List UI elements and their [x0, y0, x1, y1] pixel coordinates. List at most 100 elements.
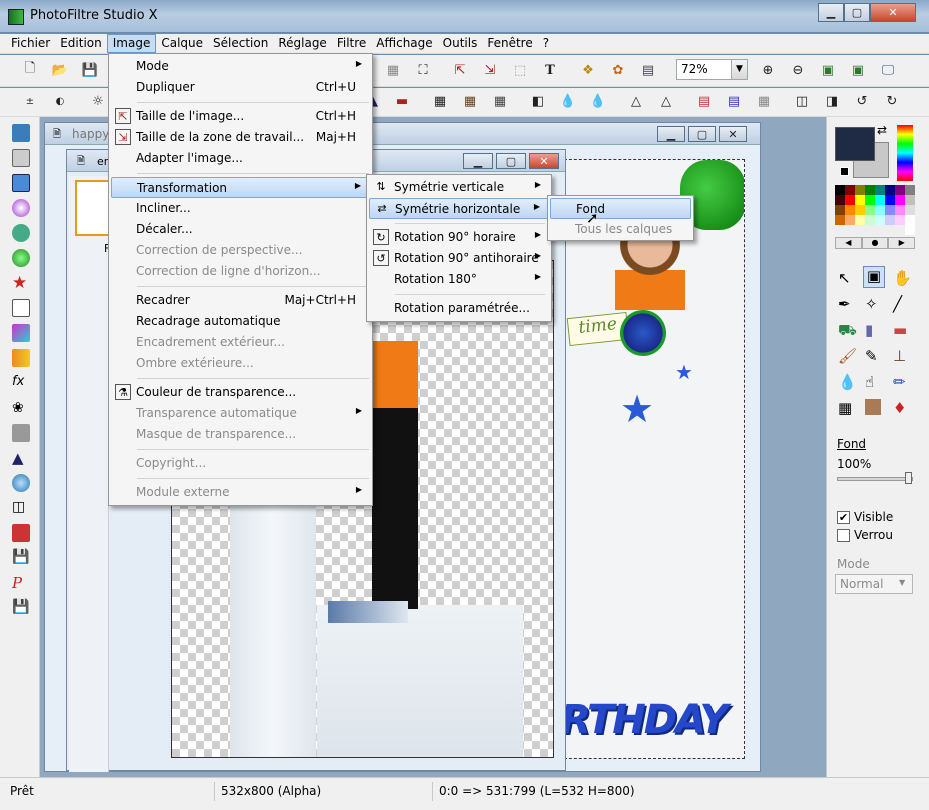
- close-button[interactable]: ✕: [870, 3, 916, 22]
- menu-selection[interactable]: Sélection: [208, 34, 273, 53]
- fit-window-icon[interactable]: ▣: [848, 60, 868, 80]
- doc-minimize-button[interactable]: ▁: [657, 126, 685, 142]
- browser-icon[interactable]: ▤: [638, 60, 658, 80]
- menu-item-symetrie-horizontale[interactable]: ⇄ Symétrie horizontale ▶: [369, 198, 549, 219]
- auto-levels-icon[interactable]: ±: [20, 91, 40, 111]
- fullscreen-icon[interactable]: 🖵: [878, 60, 898, 80]
- open-folder-icon[interactable]: 📂: [50, 60, 70, 80]
- menu-item-taille-image[interactable]: ⇱ Taille de l'image... Ctrl+H: [111, 106, 370, 127]
- doc-maximize-button[interactable]: ▢: [688, 126, 716, 142]
- rotate-left-icon[interactable]: ↺: [852, 91, 872, 111]
- menu-reglage[interactable]: Réglage: [273, 34, 332, 53]
- visible-checkbox[interactable]: ✔: [837, 511, 850, 524]
- crop-icon[interactable]: ⬚: [510, 60, 530, 80]
- grid-icon[interactable]: ▦: [383, 60, 403, 80]
- opacity-slider-thumb[interactable]: [905, 472, 912, 484]
- menu-item-copyright[interactable]: Copyright...: [111, 453, 370, 474]
- mirror-icon[interactable]: ◨: [822, 91, 842, 111]
- lock-checkbox[interactable]: [837, 529, 850, 542]
- swap-colors-icon[interactable]: ⇄: [877, 123, 887, 137]
- birthday-image[interactable]: time ★ ★ RTHDAY: [559, 159, 745, 759]
- halftone-icon[interactable]: ◧: [528, 91, 548, 111]
- html-export-icon[interactable]: 💾: [12, 599, 30, 617]
- chevron-down-icon[interactable]: ▼: [731, 60, 747, 79]
- fit-icon[interactable]: ⛶: [413, 60, 433, 80]
- ball-icon[interactable]: [12, 474, 30, 492]
- doc-front-close-button[interactable]: ✕: [529, 153, 559, 169]
- strawberry-tool-icon[interactable]: ♦: [893, 399, 906, 417]
- advanced-brush-tool-icon[interactable]: ✎: [865, 347, 878, 365]
- menu-item-correction-perspective[interactable]: Correction de perspective...: [111, 240, 370, 261]
- menu-item-transparence-auto[interactable]: Transparence automatique ▶: [111, 403, 370, 424]
- brush-tool-icon[interactable]: 🖌: [838, 347, 857, 365]
- book-icon[interactable]: ◫: [12, 499, 30, 517]
- opacity-slider[interactable]: [837, 477, 913, 481]
- save-icon[interactable]: 💾: [80, 60, 100, 80]
- document-list-icon[interactable]: [12, 149, 30, 167]
- mosaic-3-icon[interactable]: ▦: [490, 91, 510, 111]
- function-icon[interactable]: fx: [12, 374, 30, 392]
- menu-item-encadrement[interactable]: Encadrement extérieur...: [111, 332, 370, 353]
- selection-tool-icon[interactable]: ▣: [863, 266, 885, 288]
- fill-tool-icon[interactable]: ⛟: [838, 321, 857, 341]
- drop-icon[interactable]: 💧: [558, 91, 578, 111]
- mosaic-2-icon[interactable]: ▦: [460, 91, 480, 111]
- menu-item-fond[interactable]: Fond: [550, 198, 691, 219]
- texture-icon[interactable]: [12, 424, 30, 442]
- canvas-size-tool-icon[interactable]: ⇲: [480, 60, 500, 80]
- menu-item-couleur-transparence[interactable]: ⚗ Couleur de transparence...: [111, 382, 370, 403]
- menu-item-symetrie-verticale[interactable]: ⇅ Symétrie verticale ▶: [369, 177, 549, 198]
- blur-tool-icon[interactable]: 💧: [838, 373, 857, 391]
- hue-icon[interactable]: ▤: [724, 91, 744, 111]
- maximize-button[interactable]: ▢: [844, 3, 870, 22]
- doc-front-maximize-button[interactable]: ▢: [496, 153, 526, 169]
- calculator-icon[interactable]: [12, 124, 30, 142]
- color-palette[interactable]: [835, 185, 915, 235]
- foreground-color-swatch-top[interactable]: [835, 127, 875, 161]
- deform-tool-icon[interactable]: ✏: [893, 373, 906, 391]
- menu-fenetre[interactable]: Fenêtre: [482, 34, 537, 53]
- eyedropper-tool-icon[interactable]: ✒: [838, 295, 851, 313]
- new-file-icon[interactable]: 🗋: [20, 60, 40, 80]
- menu-item-decaler[interactable]: Décaler...: [111, 219, 370, 240]
- stamp-tool-icon[interactable]: ⊥: [893, 347, 906, 365]
- hand-tool-icon[interactable]: ✋: [893, 269, 912, 287]
- menu-help[interactable]: ?: [538, 34, 554, 53]
- gradient-icon[interactable]: [12, 324, 30, 342]
- palette-next-icon[interactable]: ▶: [888, 237, 916, 249]
- menu-item-dupliquer[interactable]: Dupliquer Ctrl+U: [111, 77, 370, 98]
- layers-icon[interactable]: ❖: [578, 60, 598, 80]
- menu-calque[interactable]: Calque: [156, 34, 208, 53]
- noise-icon[interactable]: ▦: [754, 91, 774, 111]
- menu-item-transformation[interactable]: Transformation ▶: [111, 177, 370, 198]
- menu-item-rotation-180[interactable]: Rotation 180° ▶: [369, 269, 549, 290]
- doc-front-minimize-button[interactable]: ▁: [463, 153, 493, 169]
- zoom-out-icon[interactable]: ⊖: [788, 60, 808, 80]
- mosaic-icon[interactable]: ▦: [430, 91, 450, 111]
- triangle-icon[interactable]: △: [626, 91, 646, 111]
- flip-icon[interactable]: ◫: [792, 91, 812, 111]
- red-tool-icon[interactable]: [12, 524, 30, 542]
- globe-icon[interactable]: [12, 249, 30, 267]
- auto-contrast-icon[interactable]: ◐: [50, 91, 70, 111]
- spray-tool-icon[interactable]: ▮: [865, 321, 873, 339]
- menu-item-rotation-parametree[interactable]: Rotation paramétrée...: [369, 298, 549, 319]
- zoom-in-icon[interactable]: ⊕: [758, 60, 778, 80]
- eraser-tool-icon[interactable]: ▬: [893, 321, 907, 339]
- triangle-2-icon[interactable]: △: [656, 91, 676, 111]
- menu-item-recadrer[interactable]: Recadrer Maj+Ctrl+H: [111, 290, 370, 311]
- pointer-tool-icon[interactable]: ↖: [838, 269, 851, 287]
- menu-item-correction-horizon[interactable]: Correction de ligne d'horizon...: [111, 261, 370, 282]
- menu-fichier[interactable]: Fichier: [6, 34, 55, 53]
- mesh-tool-icon[interactable]: ▦: [838, 399, 852, 417]
- smudge-tool-icon[interactable]: ☝: [865, 373, 874, 391]
- rgb-icon[interactable]: ▤: [694, 91, 714, 111]
- menu-item-masque[interactable]: Masque de transparence...: [111, 424, 370, 445]
- menu-filtre[interactable]: Filtre: [332, 34, 371, 53]
- menu-edition[interactable]: Edition: [55, 34, 107, 53]
- gradient-orange-icon[interactable]: [12, 349, 30, 367]
- star-icon[interactable]: ★: [12, 274, 30, 292]
- default-colors-icon[interactable]: [840, 167, 849, 176]
- menu-item-adapter[interactable]: Adapter l'image...: [111, 148, 370, 169]
- menu-item-rotation-90-antihoraire[interactable]: ↺ Rotation 90° antihoraire ▶: [369, 248, 549, 269]
